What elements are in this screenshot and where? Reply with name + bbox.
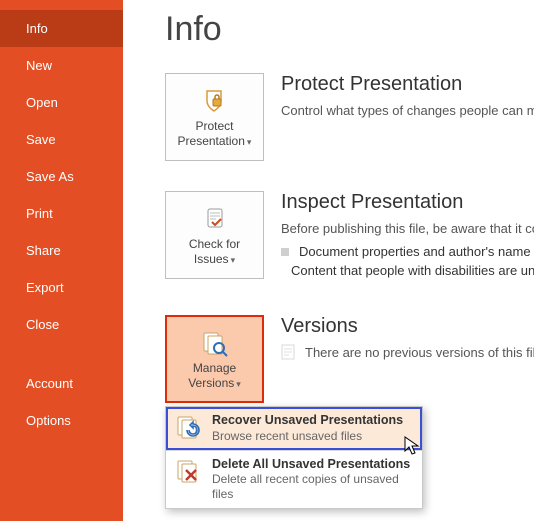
sidebar-item-label: Open — [26, 95, 58, 110]
recover-document-icon — [174, 413, 202, 441]
chevron-down-icon: ▾ — [231, 255, 236, 265]
menu-item-delete-unsaved[interactable]: Delete All Unsaved Presentations Delete … — [166, 451, 422, 509]
bullet-text: Document properties and author's name — [299, 244, 531, 259]
shield-lock-icon — [201, 85, 229, 119]
sidebar-item-share[interactable]: Share — [0, 232, 123, 269]
sidebar-item-account[interactable]: Account — [0, 365, 123, 402]
main-content: Info Protect Presentation▾ Protect Prese… — [123, 0, 534, 521]
action-box-label: Check for — [189, 237, 240, 251]
sidebar-item-print[interactable]: Print — [0, 195, 123, 232]
sidebar-item-export[interactable]: Export — [0, 269, 123, 306]
sidebar-item-label: Print — [26, 206, 53, 221]
sidebar-item-label: Close — [26, 317, 59, 332]
sidebar-item-label: Save As — [26, 169, 74, 184]
section-title: Inspect Presentation — [281, 191, 534, 214]
manage-versions-icon — [200, 327, 230, 361]
menu-item-title: Recover Unsaved Presentations — [212, 413, 403, 429]
sidebar-item-saveas[interactable]: Save As — [0, 158, 123, 195]
document-icon — [281, 344, 295, 363]
bullet-row: Content that people with disabilities ar… — [281, 263, 534, 278]
section-versions: Manage Versions▾ Versions There are no p… — [165, 315, 534, 515]
sidebar-item-open[interactable]: Open — [0, 84, 123, 121]
action-box-label: Manage — [193, 361, 236, 375]
section-title: Versions — [281, 315, 534, 338]
sidebar-item-label: Account — [26, 376, 73, 391]
manage-versions-menu: Recover Unsaved Presentations Browse rec… — [165, 406, 423, 509]
bullet-row: Document properties and author's name — [281, 244, 534, 259]
menu-item-title: Delete All Unsaved Presentations — [212, 457, 412, 473]
sidebar-item-close[interactable]: Close — [0, 306, 123, 343]
sidebar-item-label: Share — [26, 243, 61, 258]
action-box-label: Versions — [188, 376, 234, 390]
inspect-document-icon — [201, 203, 229, 237]
manage-versions-button[interactable]: Manage Versions▾ — [165, 315, 264, 403]
sidebar-item-options[interactable]: Options — [0, 402, 123, 439]
protect-presentation-button[interactable]: Protect Presentation▾ — [165, 73, 264, 161]
menu-item-recover-unsaved[interactable]: Recover Unsaved Presentations Browse rec… — [166, 407, 422, 450]
section-protect: Protect Presentation▾ Protect Presentati… — [165, 73, 534, 165]
delete-document-icon — [174, 457, 202, 485]
sidebar-item-label: Save — [26, 132, 56, 147]
section-desc: Control what types of changes people can… — [281, 102, 534, 120]
sidebar-item-save[interactable]: Save — [0, 121, 123, 158]
bullet-text: Content that people with disabilities ar… — [291, 263, 534, 278]
menu-item-subtitle: Delete all recent copies of unsaved file… — [212, 472, 412, 502]
section-inspect: Check for Issues▾ Inspect Presentation B… — [165, 191, 534, 289]
chevron-down-icon: ▾ — [236, 379, 241, 389]
action-box-label: Protect — [195, 119, 233, 133]
section-desc: Before publishing this file, be aware th… — [281, 220, 534, 238]
sidebar-item-label: Export — [26, 280, 64, 295]
section-title: Protect Presentation — [281, 73, 534, 96]
bullet-icon — [281, 248, 289, 256]
check-for-issues-button[interactable]: Check for Issues▾ — [165, 191, 264, 279]
sidebar-item-new[interactable]: New — [0, 47, 123, 84]
sidebar-item-info[interactable]: Info — [0, 10, 123, 47]
page-title: Info — [165, 10, 534, 49]
sidebar-item-label: Options — [26, 413, 71, 428]
versions-empty-text: There are no previous versions of this f… — [305, 344, 534, 362]
action-box-label: Issues — [194, 252, 229, 266]
menu-item-subtitle: Browse recent unsaved files — [212, 429, 403, 444]
chevron-down-icon: ▾ — [247, 137, 252, 147]
action-box-label: Presentation — [178, 134, 245, 148]
sidebar-item-label: Info — [26, 21, 48, 36]
sidebar-item-label: New — [26, 58, 52, 73]
backstage-sidebar: Info New Open Save Save As Print Share E… — [0, 0, 123, 521]
